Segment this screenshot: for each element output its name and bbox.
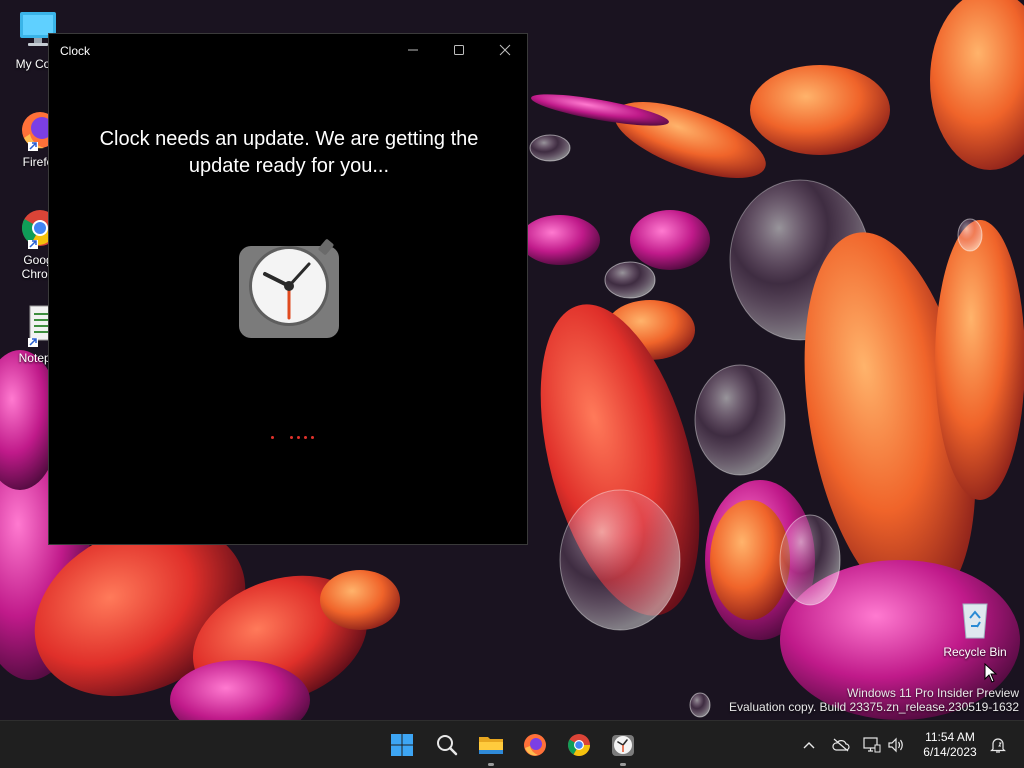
- close-button[interactable]: [482, 34, 528, 66]
- build-watermark: Windows 11 Pro Insider Preview Evaluatio…: [729, 686, 1019, 714]
- clock-window[interactable]: Clock Clock needs an update. We are gett…: [48, 33, 528, 545]
- notification-icon: [990, 738, 1006, 753]
- taskbar-file-explorer[interactable]: [471, 721, 511, 768]
- taskbar-clock[interactable]: 11:54 AM 6/14/2023: [912, 730, 988, 760]
- window-title: Clock: [60, 44, 91, 58]
- network-button[interactable]: [862, 733, 882, 757]
- running-indicator: [620, 763, 626, 766]
- clock-logo-icon: [237, 236, 341, 340]
- taskbar: 11:54 AM 6/14/2023: [0, 720, 1024, 768]
- loading-dot: [290, 436, 293, 439]
- taskbar-clock-app[interactable]: [603, 721, 643, 768]
- notification-center-button[interactable]: [988, 733, 1008, 757]
- start-icon: [391, 734, 413, 756]
- chrome-icon: [568, 734, 590, 756]
- search-icon: [437, 735, 458, 756]
- desktop-icon-recycle-bin[interactable]: Recycle Bin: [939, 598, 1011, 659]
- update-message: Clock needs an update. We are getting th…: [99, 128, 479, 177]
- clock-app-icon: [612, 735, 634, 756]
- onedrive-status-button[interactable]: [830, 733, 852, 757]
- maximize-button[interactable]: [436, 34, 482, 66]
- window-titlebar[interactable]: Clock: [49, 34, 527, 66]
- loading-dot: [311, 436, 314, 439]
- maximize-icon: [454, 45, 464, 55]
- loading-dot: [271, 436, 274, 439]
- taskbar-time: 11:54 AM: [925, 730, 975, 744]
- taskbar-firefox[interactable]: [515, 721, 555, 768]
- loading-dot: [304, 436, 307, 439]
- loading-dot: [297, 436, 300, 439]
- volume-button[interactable]: [886, 733, 906, 757]
- mouse-cursor-icon: [984, 662, 998, 688]
- firefox-icon: [524, 734, 546, 756]
- network-off-icon: [832, 738, 850, 752]
- start-button[interactable]: [382, 721, 422, 768]
- chevron-up-icon: [803, 742, 815, 749]
- taskbar-chrome[interactable]: [559, 721, 599, 768]
- taskbar-date: 6/14/2023: [923, 745, 977, 759]
- minimize-button[interactable]: [390, 34, 436, 66]
- show-hidden-icons-button[interactable]: [800, 733, 818, 757]
- watermark-line2: Evaluation copy. Build 23375.zn_release.…: [729, 700, 1019, 714]
- running-indicator: [488, 763, 494, 766]
- close-icon: [499, 44, 511, 56]
- desktop-icon-label: Recycle Bin: [943, 645, 1007, 659]
- display-icon: [863, 737, 881, 753]
- recycle-bin-icon: [953, 598, 997, 642]
- file-explorer-icon: [479, 737, 503, 754]
- search-button[interactable]: [427, 721, 467, 768]
- watermark-line1: Windows 11 Pro Insider Preview: [847, 686, 1019, 700]
- minimize-icon: [408, 49, 418, 51]
- speaker-icon: [888, 737, 903, 753]
- loading-indicator: [271, 434, 331, 442]
